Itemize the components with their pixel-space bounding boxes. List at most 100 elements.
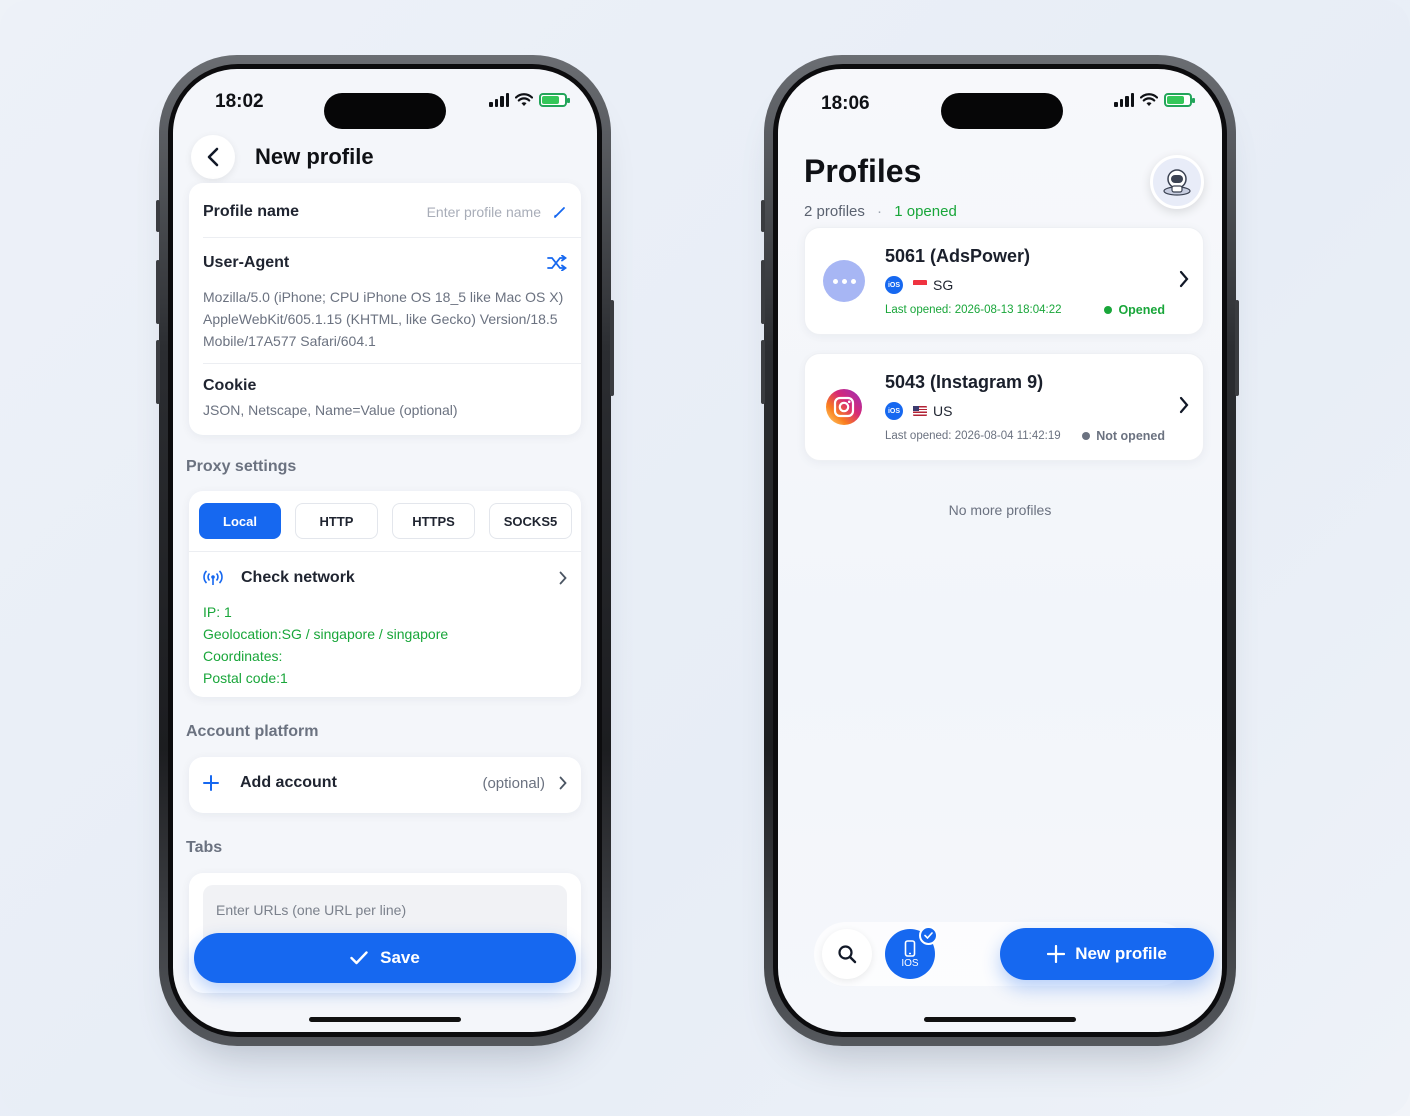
geolocation-value: Geolocation:SG / singapore / singapore (203, 626, 449, 642)
dynamic-island (324, 93, 446, 129)
proxy-type-local[interactable]: Local (199, 503, 281, 539)
tabs-placeholder: Enter URLs (one URL per line) (216, 902, 407, 918)
account-section-title: Account platform (186, 723, 319, 740)
divider (203, 363, 581, 364)
status-dot (1104, 306, 1113, 314)
home-indicator (924, 1017, 1076, 1022)
ip-value: IP: 1 (203, 604, 232, 620)
no-more-profiles: No more profiles (948, 502, 1052, 518)
pencil-icon[interactable] (553, 205, 567, 219)
ios-filter-label: IOS (901, 957, 919, 969)
profile-tags: iOS SG (885, 276, 953, 294)
chevron-right-icon (559, 776, 567, 790)
cookie-input[interactable]: JSON, Netscape, Name=Value (optional) (203, 399, 567, 421)
status-label: Opened (1118, 303, 1165, 317)
profile-card[interactable]: 5043 (Instagram 9) iOS US Last opened: 2… (804, 353, 1204, 461)
chevron-left-icon (207, 147, 219, 167)
user-agent-value[interactable]: Mozilla/5.0 (iPhone; CPU iPhone OS 18_5 … (203, 286, 567, 352)
singapore-flag-icon (913, 280, 927, 290)
screen: 18:02 New profile Profile name Enter pro… (173, 69, 597, 1032)
status-bar: 18:06 (778, 89, 1222, 129)
network-result: IP: 1 Geolocation:SG / singapore / singa… (203, 601, 567, 689)
us-flag-icon (913, 406, 927, 416)
status-time: 18:06 (821, 93, 870, 114)
cookie-row[interactable]: Cookie JSON, Netscape, Name=Value (optio… (203, 377, 567, 421)
ios-badge: iOS (885, 276, 903, 294)
bottom-toolbar: IOS New profile (814, 922, 1214, 986)
chevron-right-icon (559, 571, 567, 585)
checkmark-icon (924, 932, 933, 939)
last-opened: Last opened: 2026-08-13 18:04:22 (885, 304, 1062, 316)
check-network-row[interactable]: Check network (203, 567, 567, 589)
profile-name-label: Profile name (203, 203, 300, 220)
status-bar: 18:02 (173, 89, 597, 129)
plus-icon (1047, 945, 1066, 963)
proxy-type-socks5[interactable]: SOCKS5 (489, 503, 572, 539)
phone-new-profile: 18:02 New profile Profile name Enter pro… (156, 55, 614, 1046)
status-time: 18:02 (215, 91, 264, 112)
chevron-right-icon (1179, 396, 1189, 414)
proxy-type-https[interactable]: HTTPS (392, 503, 475, 539)
status-badge: Opened (1104, 303, 1165, 317)
antenna-icon (203, 570, 223, 585)
new-profile-button[interactable]: New profile (1000, 928, 1214, 980)
home-indicator (309, 1017, 461, 1022)
battery-icon (539, 93, 570, 107)
cellular-signal-icon (1114, 93, 1134, 107)
checkmark-icon (350, 951, 368, 965)
checkmark-badge (919, 926, 938, 945)
ios-filter-button[interactable]: IOS (885, 926, 938, 979)
back-button[interactable] (191, 135, 235, 179)
proxy-type-http[interactable]: HTTP (295, 503, 378, 539)
battery-icon (1164, 93, 1195, 107)
shuffle-icon[interactable] (547, 255, 567, 271)
user-agent-label: User-Agent (203, 254, 290, 271)
new-profile-label: New profile (1075, 944, 1167, 963)
astronaut-icon (1163, 169, 1191, 196)
screen: 18:06 Profiles 2 profiles · 1 opened 506… (778, 69, 1222, 1032)
ios-badge: iOS (885, 402, 903, 420)
wifi-icon (515, 93, 533, 106)
status-badge: Not opened (1082, 429, 1165, 443)
save-button[interactable]: Save (194, 933, 576, 983)
postal-code-value: Postal code:1 (203, 670, 288, 686)
status-dot (1082, 432, 1091, 440)
ellipsis-icon (823, 260, 865, 302)
plus-icon (203, 775, 219, 791)
profile-region: US (933, 403, 953, 419)
add-account-label: Add account (240, 774, 337, 791)
profile-tags: iOS US (885, 402, 952, 420)
save-label: Save (380, 948, 420, 967)
profile-count: 2 profiles (804, 203, 865, 220)
status-label: Not opened (1096, 429, 1165, 443)
check-network-label: Check network (241, 569, 355, 586)
phone-profiles: 18:06 Profiles 2 profiles · 1 opened 506… (761, 55, 1239, 1046)
profiles-summary: 2 profiles · 1 opened (804, 203, 957, 220)
proxy-card: Local HTTP HTTPS SOCKS5 Check network IP… (189, 491, 581, 697)
chevron-right-icon (1179, 270, 1189, 288)
profile-name: 5061 (AdsPower) (885, 246, 1031, 266)
avatar[interactable] (1150, 155, 1204, 209)
wifi-icon (1140, 93, 1158, 106)
profile-name-row[interactable]: Profile name Enter profile name (203, 201, 567, 223)
instagram-icon (823, 386, 865, 428)
add-account-row[interactable]: Add account (optional) (189, 757, 581, 813)
tabs-section-title: Tabs (186, 839, 223, 856)
add-account-optional: (optional) (482, 774, 545, 792)
user-agent-header: User-Agent (203, 254, 567, 272)
search-button[interactable] (822, 929, 872, 979)
profile-info-card: Profile name Enter profile name User-Age… (189, 183, 581, 435)
page-title: Profiles (804, 153, 922, 189)
divider (203, 237, 581, 238)
page-title: New profile (255, 144, 374, 169)
coordinates-value: Coordinates: (203, 648, 283, 664)
profile-name-input[interactable]: Enter profile name (427, 204, 541, 220)
proxy-section-title: Proxy settings (186, 458, 297, 475)
nav-bar: New profile (191, 135, 579, 179)
phone-icon (904, 939, 916, 957)
cookie-label: Cookie (203, 377, 257, 394)
dynamic-island (941, 93, 1063, 129)
divider (189, 551, 581, 552)
profile-card[interactable]: 5061 (AdsPower) iOS SG Last opened: 2026… (804, 227, 1204, 335)
summary-separator: · (877, 203, 883, 220)
